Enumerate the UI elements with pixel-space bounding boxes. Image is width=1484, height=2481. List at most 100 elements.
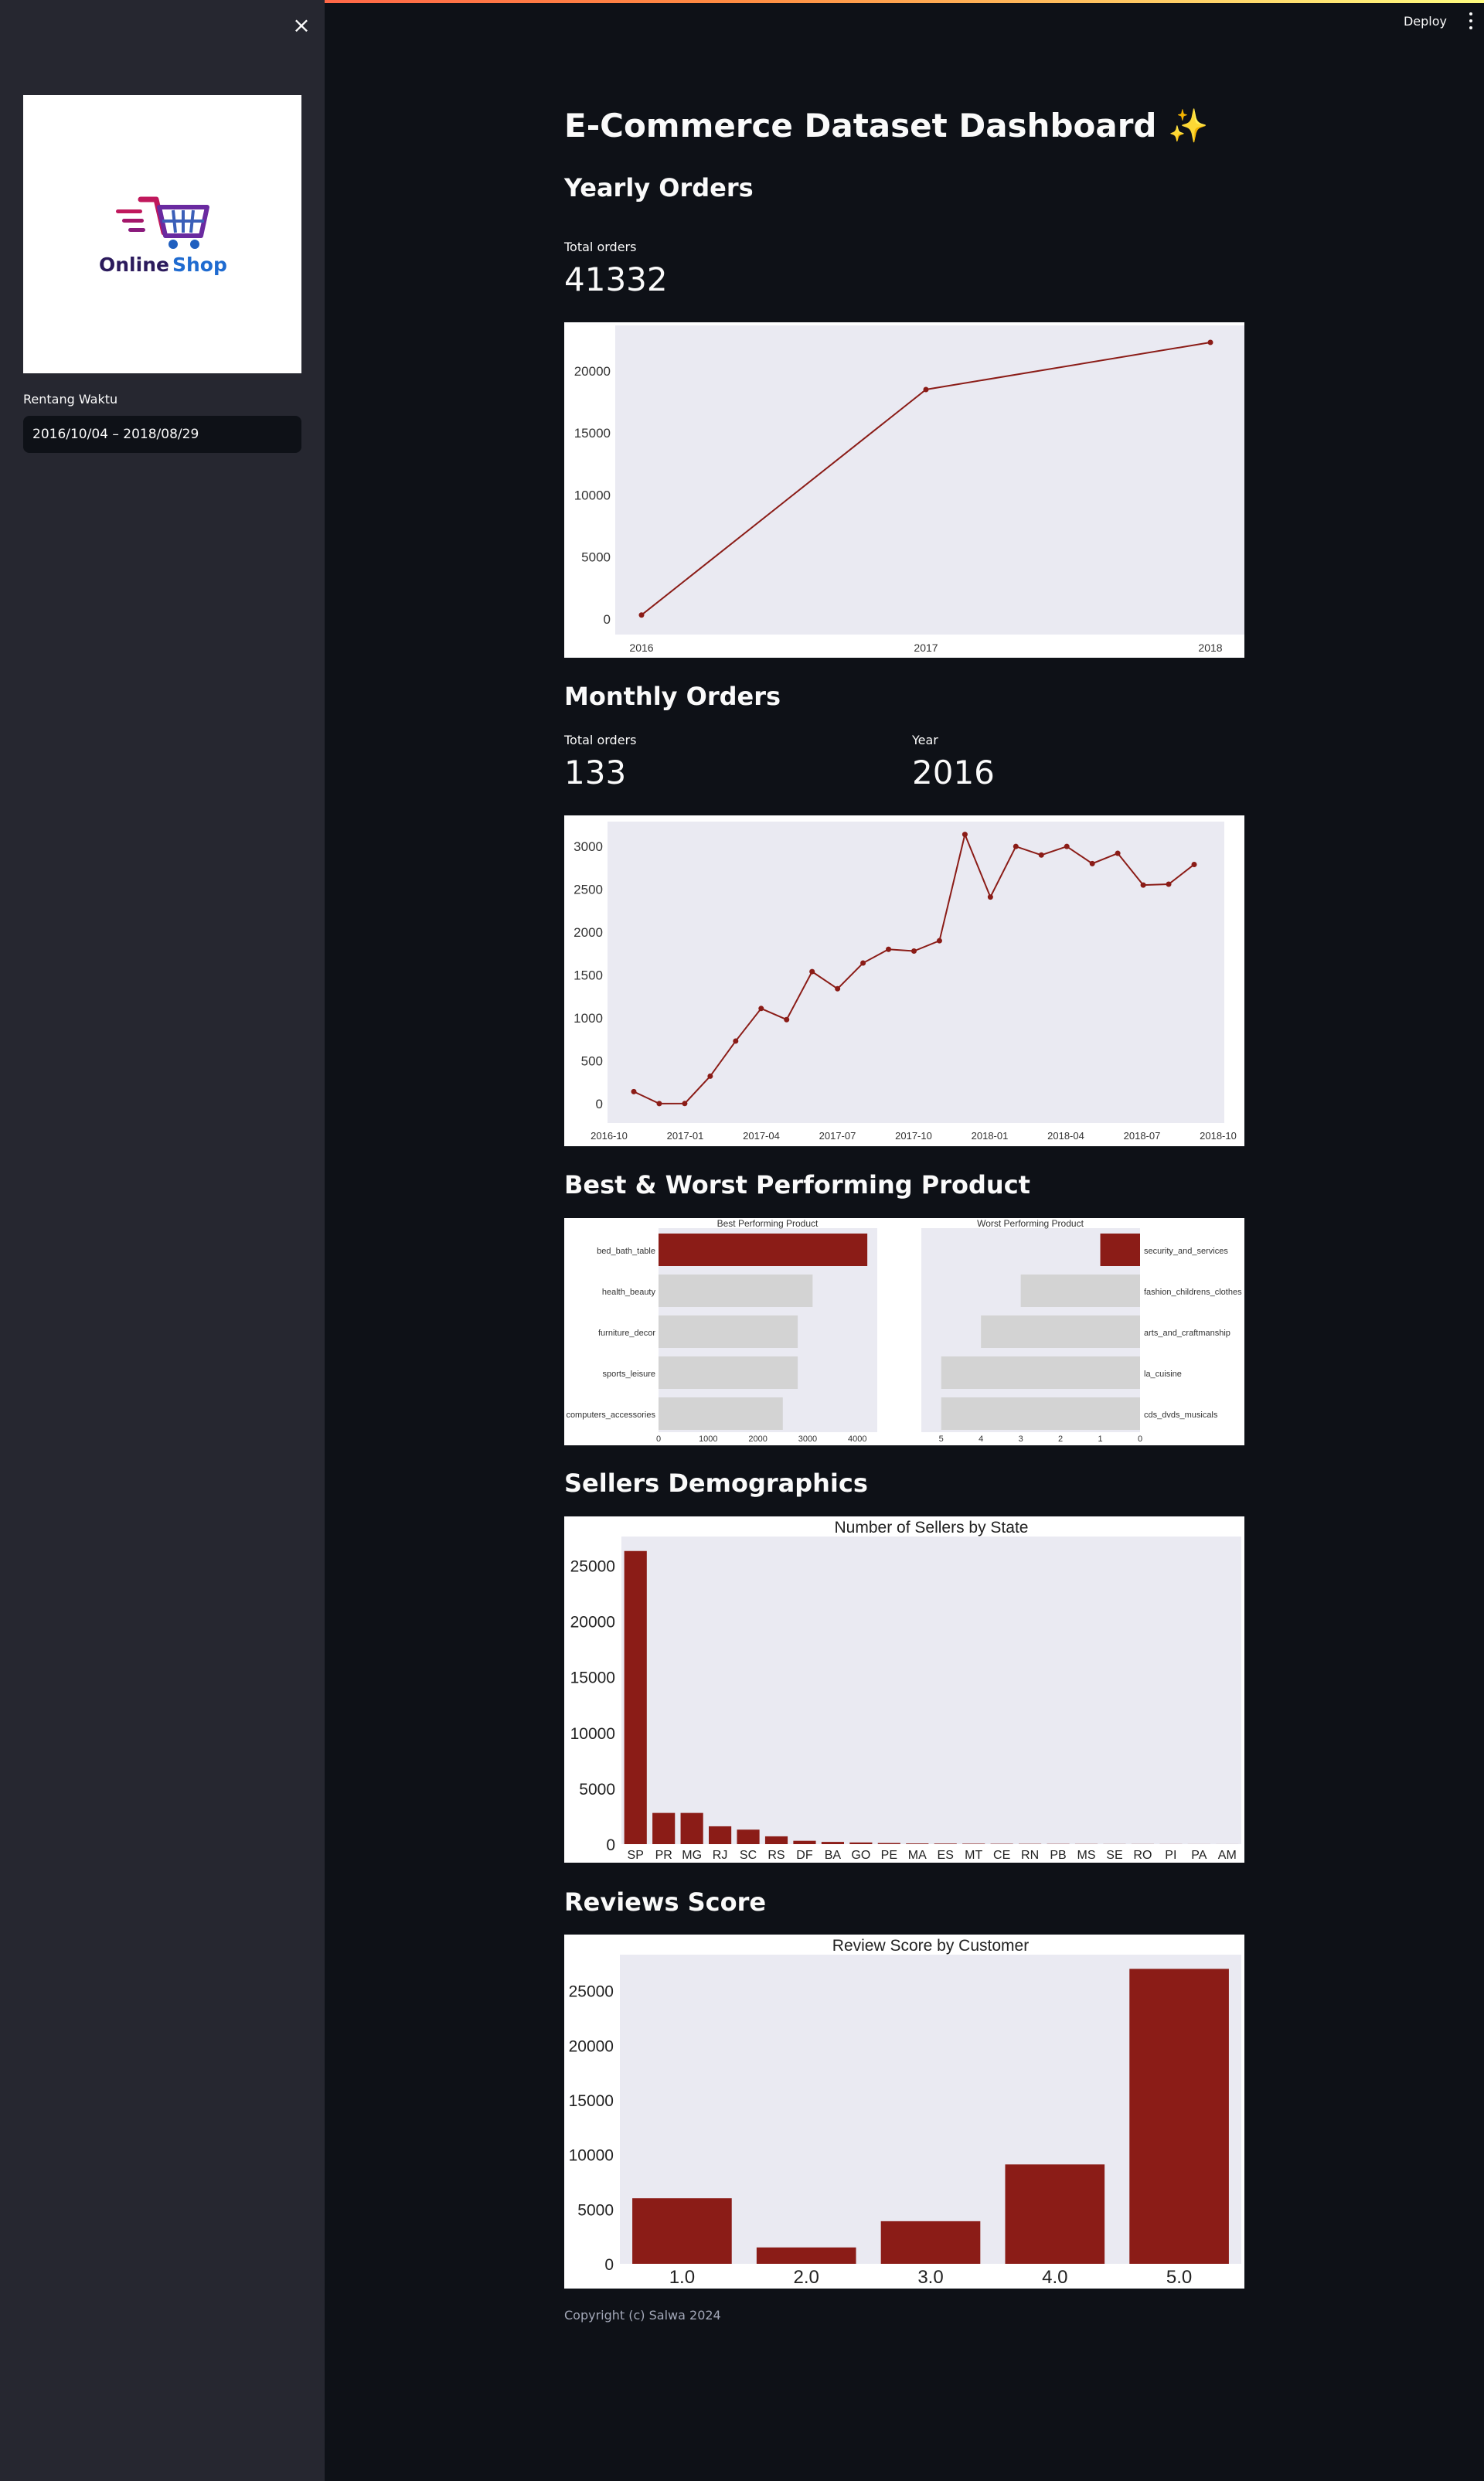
y-tick-label: furniture_decor [598, 1329, 655, 1338]
bar [632, 2198, 732, 2264]
y-tick-label: 10000 [574, 488, 611, 502]
x-tick-label: 3.0 [917, 2267, 943, 2288]
plot-area [615, 325, 1244, 635]
data-point [987, 894, 993, 900]
y-tick-label: 15000 [574, 426, 611, 441]
x-tick-label: 1.0 [669, 2267, 695, 2288]
y-tick-label: 5000 [577, 2201, 614, 2219]
x-tick-label: MS [1077, 1849, 1096, 1862]
x-tick-label: DF [796, 1849, 813, 1862]
x-tick-label: 2018-07 [1124, 1130, 1161, 1142]
data-point [886, 946, 892, 952]
x-tick-label: RN [1021, 1849, 1039, 1862]
y-tick-label: computers_accessories [566, 1411, 655, 1420]
y-tick-label: 3000 [574, 839, 603, 854]
x-tick-label: PB [1050, 1849, 1066, 1862]
shopping-cart-icon: Online Shop [99, 196, 227, 276]
bar [737, 1829, 760, 1844]
bar [962, 1843, 985, 1844]
y-tick-label: 0 [606, 1836, 615, 1854]
x-tick-label: SP [628, 1849, 644, 1862]
data-point [638, 612, 645, 618]
plot-area [608, 822, 1224, 1123]
x-tick-label: 4000 [848, 1434, 866, 1444]
monthly-orders-heading: Monthly Orders [564, 682, 781, 711]
data-point [962, 832, 968, 838]
x-tick-label: ES [938, 1849, 954, 1862]
yearly-orders-chart: 0 5000 10000 15000 20000 2016 2017 2018 [564, 322, 1244, 658]
bar [880, 2221, 981, 2264]
x-tick-label: 2017 [914, 642, 938, 654]
x-tick-label: 2 [1058, 1434, 1063, 1444]
header-actions: Deploy [1404, 12, 1473, 29]
data-point [809, 968, 815, 975]
deploy-button[interactable]: Deploy [1404, 14, 1447, 29]
y-tick-label: 5000 [581, 550, 611, 565]
bar [1100, 1234, 1140, 1266]
bar [756, 2247, 856, 2264]
x-tick-label: 3000 [798, 1434, 817, 1444]
chart-title: Best Performing Product [717, 1218, 819, 1229]
data-point [860, 960, 866, 966]
y-tick-label: 20000 [574, 364, 611, 379]
x-tick-label: 5.0 [1166, 2267, 1192, 2288]
x-tick-label: 4.0 [1042, 2267, 1067, 2288]
x-tick-label: 2.0 [794, 2267, 819, 2288]
y-tick-label: 2000 [574, 925, 603, 940]
data-point [1115, 850, 1121, 856]
data-point [1166, 881, 1172, 887]
bar [659, 1397, 783, 1430]
y-tick-label: security_and_services [1144, 1247, 1228, 1256]
date-range-input[interactable]: 2016/10/04 – 2018/08/29 [23, 416, 301, 453]
x-tick-label: 3 [1019, 1434, 1023, 1444]
x-tick-label: 2018-01 [972, 1130, 1009, 1142]
data-point [1013, 843, 1019, 849]
x-tick-label: AM [1218, 1849, 1237, 1862]
y-tick-label: 0 [604, 2256, 614, 2274]
x-tick-label: 2017-01 [667, 1130, 704, 1142]
monthly-total-orders-value: 133 [564, 754, 627, 791]
x-tick-label: MT [965, 1849, 982, 1862]
bar [941, 1356, 1140, 1389]
chart-title: Review Score by Customer [832, 1937, 1029, 1955]
y-tick-label: 15000 [569, 2092, 614, 2110]
x-tick-label: SE [1106, 1849, 1122, 1862]
x-tick-label: SC [740, 1849, 757, 1862]
plot-area [621, 1537, 1241, 1844]
y-tick-label: sports_leisure [603, 1370, 655, 1379]
data-point [1191, 861, 1197, 867]
x-tick-label: 5 [939, 1434, 944, 1444]
close-icon[interactable]: × [291, 15, 312, 37]
chart-title: Number of Sellers by State [835, 1519, 1029, 1537]
data-point [1207, 339, 1213, 345]
y-tick-label: 20000 [570, 1614, 615, 1632]
y-tick-label: 10000 [570, 1725, 615, 1743]
x-tick-label: PE [881, 1849, 897, 1862]
data-point [835, 985, 841, 992]
yearly-total-orders-label: Total orders [564, 240, 637, 254]
bar [680, 1812, 703, 1844]
x-tick-label: 2016 [629, 642, 653, 654]
x-tick-label: RJ [713, 1849, 728, 1862]
data-point [733, 1038, 739, 1044]
x-tick-label: CE [993, 1849, 1010, 1862]
product-performance-chart: Best Performing Product bed_bath_table hea… [564, 1218, 1244, 1445]
bar [877, 1843, 900, 1844]
data-point [758, 1006, 764, 1012]
more-vertical-icon[interactable] [1469, 12, 1473, 29]
y-tick-label: 25000 [569, 1983, 614, 2001]
data-point [707, 1073, 713, 1079]
data-point [784, 1016, 790, 1023]
bar [821, 1842, 844, 1844]
data-point [1140, 882, 1146, 888]
date-range-label: Rentang Waktu [23, 392, 118, 407]
y-tick-label: 15000 [570, 1669, 615, 1687]
data-point [911, 948, 917, 954]
y-tick-label: 0 [604, 612, 611, 627]
y-tick-label: 5000 [579, 1781, 615, 1799]
x-tick-label: 2017-07 [819, 1130, 856, 1142]
x-tick-label: PR [655, 1849, 672, 1862]
year-label: Year [912, 733, 938, 747]
data-point [1089, 860, 1095, 866]
bar [659, 1275, 813, 1307]
